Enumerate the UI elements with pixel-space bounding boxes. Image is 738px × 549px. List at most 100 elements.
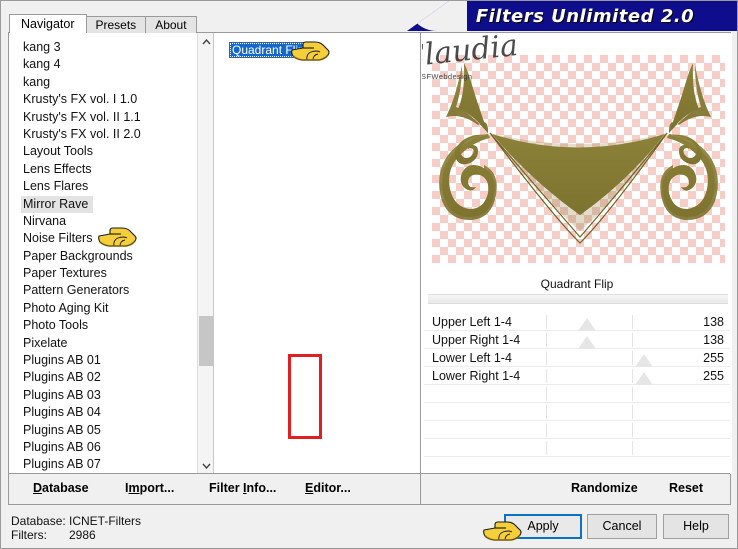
slider-tick [632,423,634,437]
slider-tick [546,387,548,401]
navigator-item[interactable]: kang [21,74,213,91]
status-bar: Database: ICNET-Filters Filters: 2986 Ap… [1,505,737,548]
navigator-scrollbar[interactable] [197,33,213,474]
tab-about[interactable]: About [145,16,197,33]
filter-info-link[interactable]: Filter Info... [209,481,276,495]
navigator-item[interactable]: Plugins AB 07 [21,456,213,473]
param-slider-track[interactable] [424,439,730,456]
navigator-item[interactable]: Mirror Rave [21,195,94,213]
tab-about-label: About [155,18,187,32]
filters-value: 2986 [69,528,96,542]
param-value[interactable]: 138 [703,313,724,331]
navigator-item[interactable]: Photo Tools [21,317,213,334]
slider-thumb[interactable] [577,318,596,331]
tab-navigator-label: Navigator [21,17,75,31]
slider-thumb[interactable] [635,354,654,367]
reset-link[interactable]: Reset [669,481,703,495]
param-slider-row[interactable]: Upper Right 1-4 138 [424,331,730,349]
navigator-item[interactable]: Plugins AB 06 [21,439,213,456]
param-slider-row[interactable] [424,421,730,439]
slider-tick [632,315,634,329]
param-label: Lower Left 1-4 [432,351,512,365]
navigator-item[interactable]: Krusty's FX vol. II 2.0 [21,126,213,143]
navigator-item[interactable]: Lens Effects [21,161,213,178]
param-slider-row[interactable]: Upper Left 1-4 138 [424,313,730,331]
navigator-item[interactable]: Nirvana [21,213,213,230]
navigator-item[interactable]: Plugins AB 02 [21,369,213,386]
database-label: Database: [11,514,66,528]
database-link[interactable]: Database [33,481,89,495]
params-slider-list[interactable]: Upper Left 1-4 138 Upper Right 1-4 138 Lower… [424,313,730,457]
slider-thumb[interactable] [577,336,596,349]
navigator-item[interactable]: Krusty's FX vol. I 1.0 [21,91,213,108]
navigator-item[interactable]: Plugins AB 05 [21,422,213,439]
slider-thumb[interactable] [635,372,654,385]
navigator-item[interactable]: Paper Textures [21,265,213,282]
navigator-item[interactable]: Pixelate [21,335,213,352]
action-menu-bar: Database Import... Filter Info... Editor… [9,473,730,504]
navigator-item[interactable]: Plugins AB 01 [21,352,213,369]
slider-tick [632,369,634,383]
slider-tick [546,423,548,437]
scroll-up-arrow-icon[interactable] [198,33,213,50]
filters-unlimited-window: Filters Unlimited 2.0 Navigator Presets … [0,0,738,549]
param-label: Lower Right 1-4 [432,369,521,383]
slider-tick [632,405,634,419]
param-slider-track[interactable] [424,421,730,438]
slider-tick [546,315,548,329]
slider-tick [546,351,548,365]
slider-tick [546,441,548,455]
slider-tick [632,441,634,455]
slider-tick [632,333,634,347]
params-divider [428,294,728,304]
param-slider-row[interactable]: Lower Left 1-4 255 [424,349,730,367]
params-title: Quadrant Flip [540,277,614,291]
import-link[interactable]: Import... [125,481,174,495]
param-slider-row[interactable]: Lower Right 1-4 255 [424,367,730,385]
slider-tick [546,405,548,419]
param-value[interactable]: 255 [703,349,724,367]
window-title: Filters Unlimited 2.0 [475,5,695,27]
preview-and-params-panel: Quadrant Flip Claudia CGSFWebdesign Uppe… [422,33,732,474]
scrollbar-thumb[interactable] [199,316,213,366]
navigator-item[interactable]: Photo Aging Kit [21,300,213,317]
navigator-item[interactable]: Lens Flares [21,178,213,195]
param-label: Upper Right 1-4 [432,333,521,347]
editor-link[interactable]: Editor... [305,481,351,495]
navigator-item[interactable]: Krusty's FX vol. II 1.1 [21,109,213,126]
navigator-item[interactable]: Plugins AB 04 [21,404,213,421]
param-slider-row[interactable] [424,403,730,421]
filter-tree-panel[interactable]: Quadrant Flip [215,33,421,474]
status-info: Database: ICNET-Filters Filters: 2986 [11,514,141,542]
param-slider-track[interactable] [424,403,730,420]
navigator-item[interactable]: Noise Filters [21,230,213,247]
navigator-item[interactable]: kang 3 [21,39,213,56]
param-slider-row[interactable] [424,439,730,457]
filter-preview-image [432,55,725,263]
navigator-list[interactable]: kang 3 kang 4 kang Krusty's FX vol. I 1.0 Kr… [9,33,214,474]
apply-button[interactable]: Apply [504,514,582,539]
navigator-item[interactable]: Pattern Generators [21,282,213,299]
navigator-items: kang 3 kang 4 kang Krusty's FX vol. I 1.0 Kr… [9,33,213,474]
navigator-item[interactable]: Layout Tools [21,143,213,160]
tab-strip: Navigator Presets About [9,14,197,33]
left-action-links: Database Import... Filter Info... Editor… [9,474,421,504]
navigator-item[interactable]: kang 4 [21,56,213,73]
work-area: kang 3 kang 4 kang Krusty's FX vol. I 1.0 Kr… [8,32,732,505]
scroll-down-arrow-icon[interactable] [198,457,213,474]
tree-item-quadrant-flip[interactable]: Quadrant Flip [229,42,308,58]
slider-tick [632,387,634,401]
param-value[interactable]: 138 [703,331,724,349]
param-label: Upper Left 1-4 [432,315,512,329]
tab-navigator[interactable]: Navigator [9,14,87,33]
param-slider-row[interactable] [424,385,730,403]
navigator-item[interactable]: Plugins AB 03 [21,387,213,404]
navigator-item[interactable]: Paper Backgrounds [21,248,213,265]
help-button[interactable]: Help [663,514,729,539]
cancel-button[interactable]: Cancel [587,514,657,539]
slider-tick [546,369,548,383]
param-value[interactable]: 255 [703,367,724,385]
tab-presets[interactable]: Presets [85,16,147,33]
param-slider-track[interactable] [424,385,730,402]
randomize-link[interactable]: Randomize [571,481,638,495]
